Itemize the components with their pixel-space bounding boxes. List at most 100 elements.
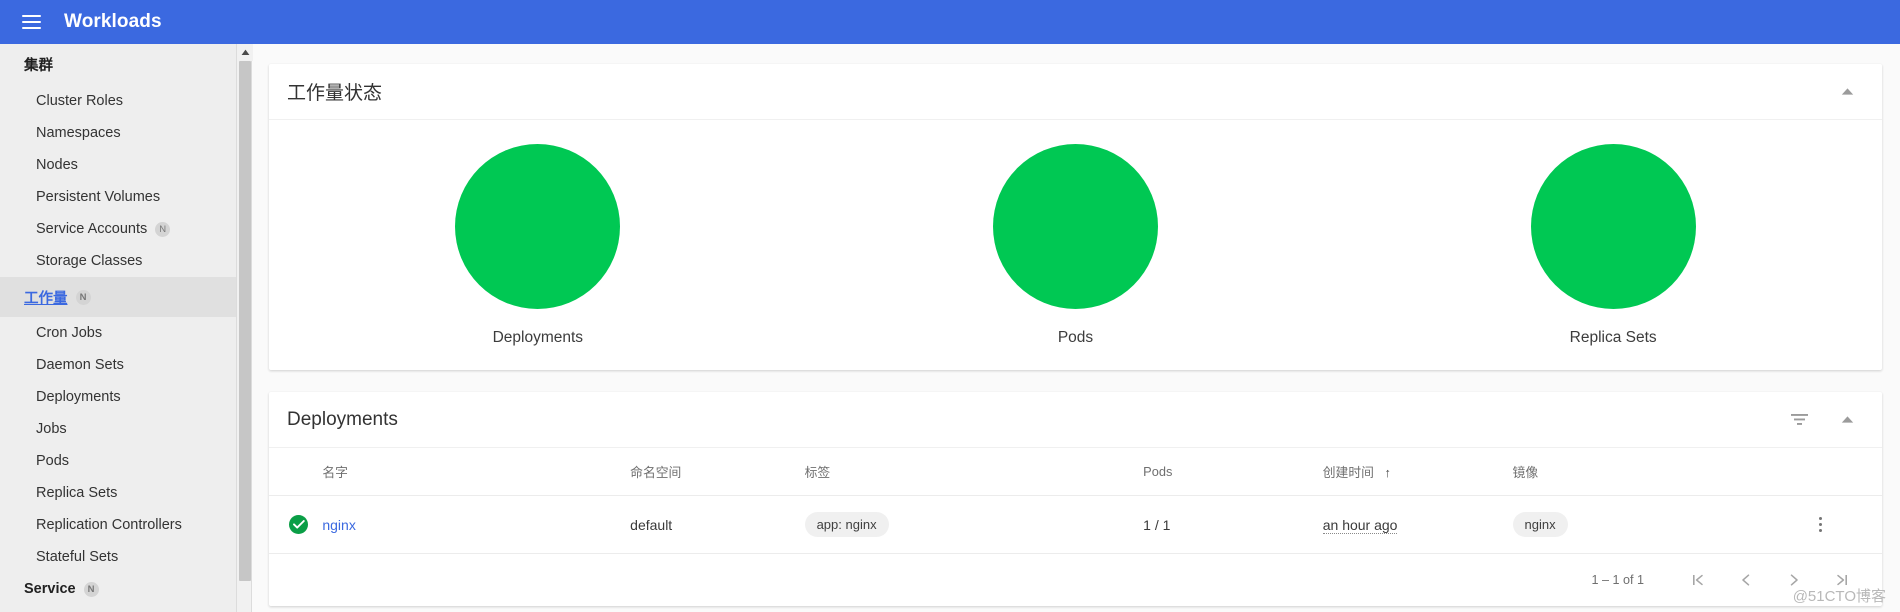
pagination-range: 1 – 1 of 1 bbox=[1591, 573, 1644, 587]
sidebar-item-label: Cluster Roles bbox=[36, 93, 124, 110]
donut-chart-deployments bbox=[455, 144, 621, 309]
column-header-created[interactable]: 创建时间 ↑ bbox=[1322, 448, 1513, 496]
row-overflow-menu-icon[interactable] bbox=[1810, 516, 1830, 533]
sidebar-item-label: Namespaces bbox=[36, 125, 121, 142]
table-header: 名字 命名空间 标签 Pods 创建时间 ↑ 镜像 bbox=[269, 448, 1882, 496]
column-header-image[interactable]: 镜像 bbox=[1512, 448, 1811, 496]
label-chip[interactable]: app: nginx bbox=[804, 512, 889, 537]
row-status-cell bbox=[269, 495, 323, 554]
sidebar-item-service[interactable]: Service N bbox=[0, 573, 236, 605]
sidebar-item-label: Deployments bbox=[36, 389, 121, 406]
new-badge: N bbox=[155, 221, 171, 237]
last-page-icon[interactable] bbox=[1818, 560, 1866, 600]
page-title: Workloads bbox=[64, 11, 162, 32]
sidebar-item-pods[interactable]: Pods bbox=[0, 445, 236, 477]
sidebar-item-workloads[interactable]: 工作量 N bbox=[0, 277, 236, 318]
column-header-namespace[interactable]: 命名空间 bbox=[630, 448, 805, 496]
created-time-text: an hour ago bbox=[1322, 516, 1398, 534]
hamburger-line bbox=[21, 21, 41, 23]
sidebar-item-label: Replication Controllers bbox=[36, 517, 182, 534]
table-pagination: 1 – 1 of 1 bbox=[269, 554, 1882, 606]
sidebar-item-cluster-roles[interactable]: Cluster Roles bbox=[0, 85, 236, 117]
table-body: nginx default app: nginx 1 / 1 an hour a… bbox=[269, 495, 1882, 554]
sidebar-item-label: 工作量 bbox=[24, 290, 68, 307]
scrollbar-thumb[interactable] bbox=[239, 61, 251, 581]
sidebar-item-service-accounts[interactable]: Service Accounts N bbox=[0, 213, 236, 245]
column-header-labels[interactable]: 标签 bbox=[804, 448, 1144, 496]
deployments-title: Deployments bbox=[287, 408, 398, 430]
sidebar-item-label: Cron Jobs bbox=[36, 325, 103, 342]
first-page-icon[interactable] bbox=[1674, 560, 1722, 600]
sidebar-item-label: Service bbox=[24, 581, 76, 598]
column-header-menu bbox=[1810, 448, 1882, 496]
previous-page-icon[interactable] bbox=[1722, 560, 1770, 600]
row-labels-cell: app: nginx bbox=[804, 495, 1144, 554]
sidebar-nav: 集群 Cluster Roles Namespaces Nodes Persis… bbox=[0, 44, 236, 612]
chart-pods: Pods bbox=[807, 144, 1345, 347]
next-page-icon[interactable] bbox=[1770, 560, 1818, 600]
hamburger-line bbox=[21, 27, 41, 29]
chevron-up-icon[interactable] bbox=[1834, 79, 1860, 105]
column-header-status bbox=[269, 448, 323, 496]
status-running-icon bbox=[289, 515, 308, 534]
sidebar-item-jobs[interactable]: Jobs bbox=[0, 413, 236, 445]
sidebar-item-label: Service Accounts bbox=[36, 221, 148, 238]
kebab-dot bbox=[1818, 516, 1822, 520]
kebab-dot bbox=[1818, 529, 1822, 533]
deployment-name-link[interactable]: nginx bbox=[322, 517, 355, 533]
deployments-actions bbox=[1786, 407, 1860, 433]
donut-chart-replica-sets bbox=[1530, 144, 1696, 309]
deployments-card-header: Deployments bbox=[269, 392, 1882, 448]
sort-ascending-icon: ↑ bbox=[1384, 465, 1391, 480]
sidebar-item-replica-sets[interactable]: Replica Sets bbox=[0, 477, 236, 509]
deployments-card: Deployments 名字 命名空间 标签 Pods 创建时间 ↑ 镜像 ng… bbox=[269, 392, 1882, 606]
sidebar-item-persistent-volumes[interactable]: Persistent Volumes bbox=[0, 181, 236, 213]
workload-status-title: 工作量状态 bbox=[287, 83, 383, 104]
sidebar-item-deployments[interactable]: Deployments bbox=[0, 381, 236, 413]
chart-deployments: Deployments bbox=[269, 144, 807, 347]
chart-replica-sets: Replica Sets bbox=[1344, 144, 1882, 347]
row-image-cell: nginx bbox=[1512, 495, 1811, 554]
deployments-table: 名字 命名空间 标签 Pods 创建时间 ↑ 镜像 nginx default … bbox=[269, 448, 1882, 554]
sidebar-item-nodes[interactable]: Nodes bbox=[0, 149, 236, 181]
scroll-up-arrow-icon[interactable] bbox=[237, 44, 253, 61]
sidebar-item-label: Pods bbox=[36, 453, 70, 470]
sidebar-item-label: Nodes bbox=[36, 157, 78, 174]
workload-status-card: 工作量状态 Deployments Pods Replica Sets bbox=[269, 64, 1882, 370]
workload-status-charts: Deployments Pods Replica Sets bbox=[269, 120, 1882, 370]
sidebar-item-label: Daemon Sets bbox=[36, 357, 124, 374]
new-badge: N bbox=[83, 581, 99, 597]
chevron-up-icon[interactable] bbox=[1834, 407, 1860, 433]
sidebar-item-namespaces[interactable]: Namespaces bbox=[0, 117, 236, 149]
row-pods-cell: 1 / 1 bbox=[1143, 495, 1323, 554]
chart-label: Deployments bbox=[492, 329, 584, 346]
workload-status-actions bbox=[1834, 79, 1860, 105]
row-name-cell: nginx bbox=[322, 495, 631, 554]
new-badge: N bbox=[75, 289, 91, 305]
sidebar-item-replication-controllers[interactable]: Replication Controllers bbox=[0, 509, 236, 541]
chart-label: Pods bbox=[1057, 329, 1094, 346]
sidebar-item-cron-jobs[interactable]: Cron Jobs bbox=[0, 317, 236, 349]
sidebar-scrollbar[interactable] bbox=[236, 44, 253, 612]
sidebar-item-label: Storage Classes bbox=[36, 253, 143, 270]
sidebar-item-label: Jobs bbox=[36, 421, 67, 438]
row-namespace-cell: default bbox=[630, 495, 805, 554]
hamburger-menu-icon[interactable] bbox=[16, 7, 46, 37]
table-header-row: 名字 命名空间 标签 Pods 创建时间 ↑ 镜像 bbox=[269, 448, 1882, 496]
sidebar-item-storage-classes[interactable]: Storage Classes bbox=[0, 245, 236, 277]
table-row[interactable]: nginx default app: nginx 1 / 1 an hour a… bbox=[269, 495, 1882, 554]
filter-icon[interactable] bbox=[1786, 407, 1812, 433]
sidebar-item-label: Replica Sets bbox=[36, 485, 118, 502]
column-header-name[interactable]: 名字 bbox=[322, 448, 631, 496]
sidebar-item-stateful-sets[interactable]: Stateful Sets bbox=[0, 541, 236, 573]
sidebar-item-daemon-sets[interactable]: Daemon Sets bbox=[0, 349, 236, 381]
sidebar-item-label: Persistent Volumes bbox=[36, 189, 161, 206]
row-created-cell: an hour ago bbox=[1322, 495, 1513, 554]
chart-label: Replica Sets bbox=[1569, 329, 1657, 346]
sidebar-item-label: Stateful Sets bbox=[36, 549, 119, 566]
workload-status-card-header: 工作量状态 bbox=[269, 64, 1882, 120]
image-chip: nginx bbox=[1512, 512, 1568, 537]
kebab-dot bbox=[1818, 522, 1822, 527]
main-content: 工作量状态 Deployments Pods Replica Sets Depl… bbox=[254, 44, 1900, 612]
column-header-pods[interactable]: Pods bbox=[1143, 448, 1323, 496]
